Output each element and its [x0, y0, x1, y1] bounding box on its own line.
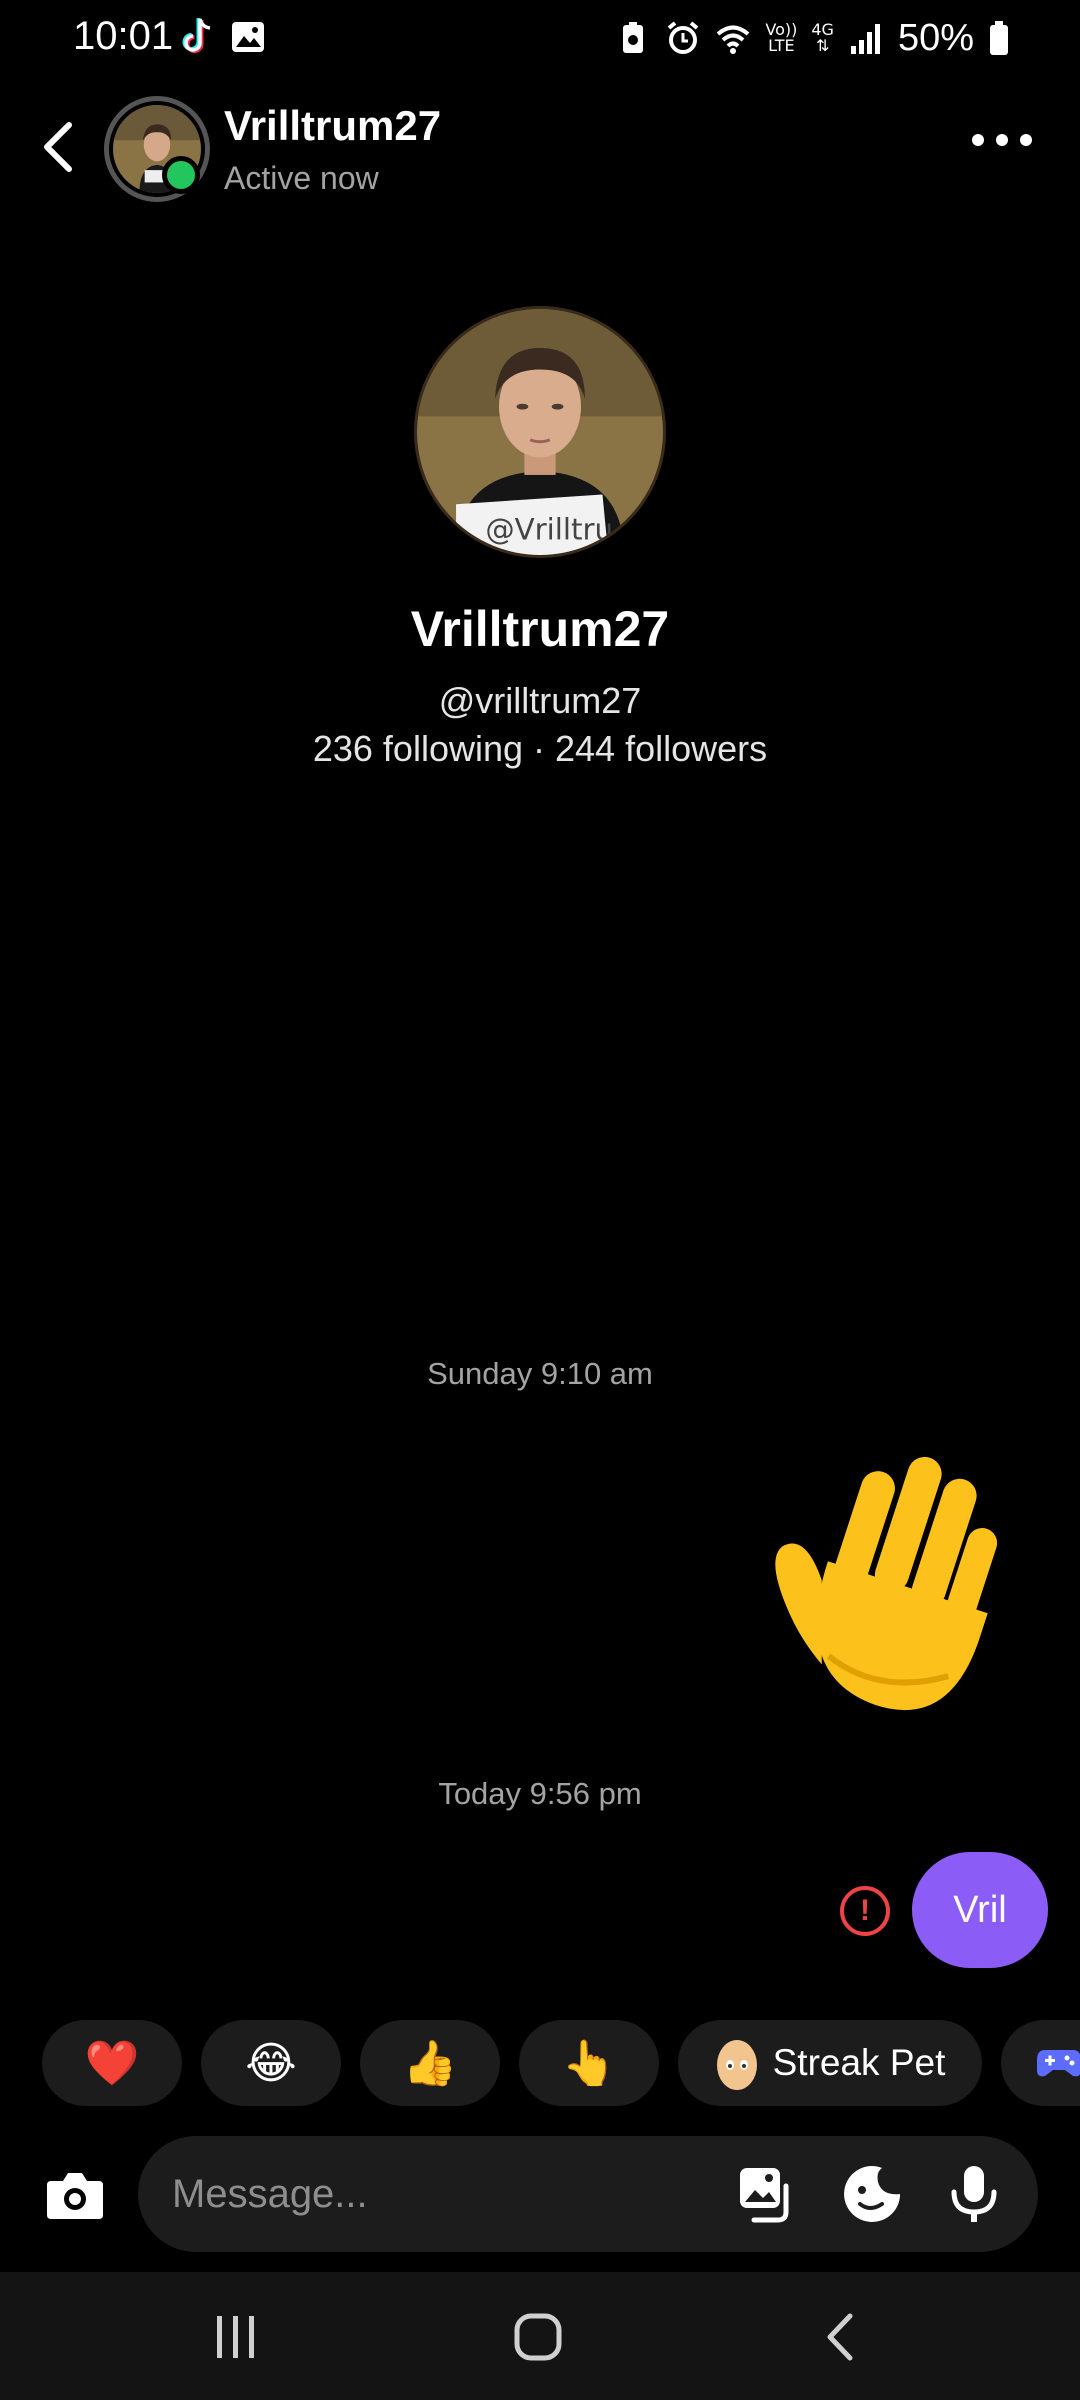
games-button[interactable]	[1001, 2020, 1080, 2106]
data-arrows-icon: ⇅	[815, 36, 830, 55]
profile-avatar[interactable]: @Vrilltru	[414, 306, 666, 558]
egg-icon	[716, 2040, 757, 2090]
microphone-icon	[951, 2166, 997, 2222]
more-options-button[interactable]	[972, 128, 1032, 152]
system-back-button[interactable]	[800, 2302, 880, 2372]
quick-reaction-heart[interactable]: ❤️	[42, 2020, 182, 2106]
profile-name: Vrilltrum27	[410, 601, 670, 657]
home-icon	[514, 2313, 562, 2361]
quick-reaction-pointing[interactable]: 👆	[519, 2020, 659, 2106]
header-active-status: Active now	[224, 160, 379, 196]
outgoing-message-bubble[interactable]: Vril	[912, 1852, 1048, 1968]
dot-icon	[996, 134, 1008, 146]
back-button[interactable]	[30, 114, 86, 180]
message-timestamp: Today 9:56 pm	[438, 1776, 642, 1811]
streak-pet-button[interactable]: Streak Pet	[678, 2020, 982, 2106]
camera-icon	[47, 2173, 103, 2219]
message-timestamp: Sunday 9:10 am	[427, 1356, 653, 1391]
status-bar: 10:01 Vo)) LTE 4G ⇅ 50%	[0, 0, 1080, 76]
battery-saver-icon	[623, 22, 644, 53]
sticker-button[interactable]	[842, 2164, 902, 2224]
battery-percent: 50%	[897, 16, 974, 59]
send-failed-icon[interactable]: !	[840, 1886, 890, 1936]
alarm-icon	[668, 21, 699, 54]
message-composer	[138, 2136, 1038, 2252]
home-button[interactable]	[498, 2302, 578, 2372]
recents-button[interactable]	[196, 2302, 276, 2372]
chevron-left-icon	[44, 122, 72, 172]
message-input[interactable]	[170, 2136, 730, 2252]
back-icon	[827, 2313, 853, 2361]
header-username[interactable]: Vrilltrum27	[224, 102, 441, 150]
quick-reaction-laugh[interactable]: 😂	[201, 2020, 341, 2106]
dot-icon	[972, 134, 984, 146]
quick-reactions-row: ❤️ 😂 👍 👆 Streak Pet	[42, 2020, 1080, 2106]
streak-pet-label: Streak Pet	[772, 2042, 946, 2083]
status-right-group: Vo)) LTE 4G ⇅ 50%	[615, 14, 1010, 62]
network-indicator: 4G ⇅	[811, 20, 834, 55]
profile-handle: @vrilltrum27	[438, 680, 642, 721]
gallery-button[interactable]	[736, 2164, 796, 2224]
profile-follow-stats: 236 following · 244 followers	[312, 728, 768, 769]
voice-message-button[interactable]	[944, 2164, 1004, 2224]
recents-icon	[217, 2316, 254, 2358]
volte-indicator: Vo)) LTE	[765, 20, 798, 55]
dot-icon	[1020, 134, 1032, 146]
chat-header: Vrilltrum27 Active now	[0, 90, 1080, 210]
quick-reaction-thumbs-up[interactable]: 👍	[360, 2020, 500, 2106]
gamepad-icon	[1037, 2050, 1080, 2077]
signal-icon	[850, 24, 880, 54]
tiktok-icon	[182, 18, 211, 53]
system-nav-bar	[0, 2272, 1080, 2400]
status-time: 10:01	[73, 14, 174, 58]
camera-button[interactable]	[40, 2160, 110, 2230]
online-status-dot	[162, 156, 200, 194]
gallery-icon	[740, 2168, 789, 2223]
battery-icon	[990, 21, 1008, 55]
waving-hand-emoji[interactable]	[754, 1436, 1054, 1736]
sticker-icon	[844, 2166, 900, 2222]
photo-caption: @Vrilltru	[485, 512, 613, 546]
gallery-notification-icon	[232, 22, 264, 52]
wifi-icon	[717, 25, 750, 54]
chat-screen: 10:01 Vo)) LTE 4G ⇅ 50% Vrilltrum27 Acti…	[0, 0, 1080, 2400]
profile-photo: @Vrilltru	[417, 309, 663, 555]
